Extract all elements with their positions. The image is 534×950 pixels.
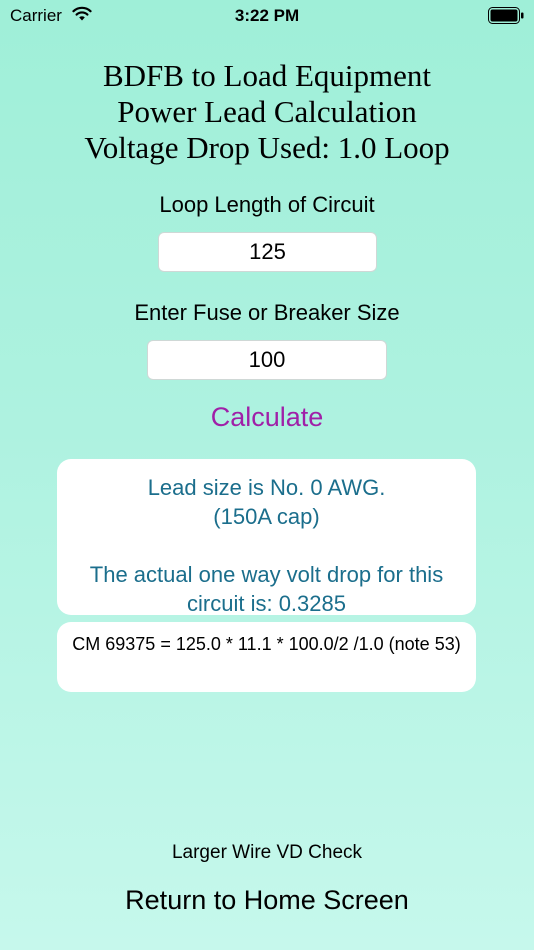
fuse-size-label: Enter Fuse or Breaker Size: [134, 300, 400, 325]
battery-icon: [488, 7, 524, 24]
result-volt-drop-line-1: The actual one way volt drop for this: [89, 562, 444, 587]
calculate-button[interactable]: Calculate: [0, 402, 534, 433]
title-line-2: Power Lead Calculation: [117, 94, 417, 129]
formula-text: CM 69375 = 125.0 * 11.1 * 100.0/2 /1.0 (…: [72, 634, 461, 654]
page-title: BDFB to Load Equipment Power Lead Calcul…: [0, 58, 534, 166]
status-time: 3:22 PM: [234, 6, 300, 25]
larger-wire-vd-check-button[interactable]: Larger Wire VD Check: [0, 842, 534, 864]
result-lead-size: Lead size is No. 0 AWG.: [147, 475, 386, 500]
title-line-3: Voltage Drop Used: 1.0 Loop: [84, 130, 450, 165]
loop-length-input[interactable]: [158, 232, 377, 272]
loop-length-label: Loop Length of Circuit: [159, 192, 375, 217]
fuse-size-input[interactable]: [147, 340, 387, 380]
title-line-1: BDFB to Load Equipment: [102, 58, 432, 93]
formula-box: CM 69375 = 125.0 * 11.1 * 100.0/2 /1.0 (…: [57, 622, 476, 692]
result-volt-drop-line-2: circuit is: 0.3285: [187, 591, 346, 616]
status-bar: Carrier 3:22 PM: [0, 0, 534, 32]
result-capacity: (150A cap): [213, 504, 320, 529]
return-home-button[interactable]: Return to Home Screen: [0, 885, 534, 916]
result-box: Lead size is No. 0 AWG. (150A cap) The a…: [57, 459, 476, 616]
